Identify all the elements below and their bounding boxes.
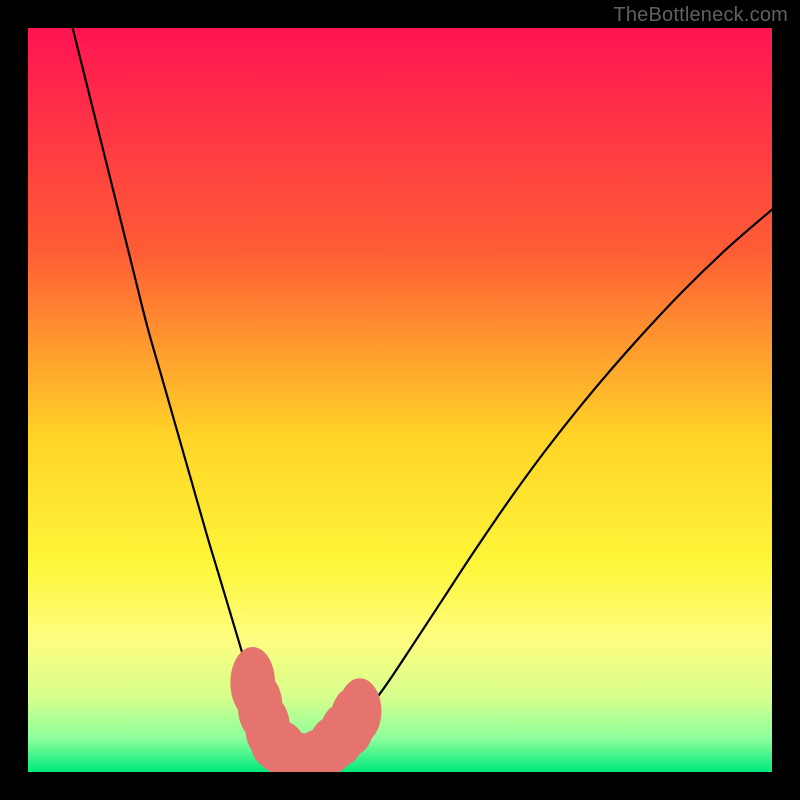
chart-frame: TheBottleneck.com [0, 0, 800, 800]
salmon-marker [338, 678, 381, 743]
watermark-text: TheBottleneck.com [613, 4, 788, 27]
plot-area [28, 28, 772, 772]
background-gradient [28, 28, 772, 772]
bottleneck-chart [28, 28, 772, 772]
